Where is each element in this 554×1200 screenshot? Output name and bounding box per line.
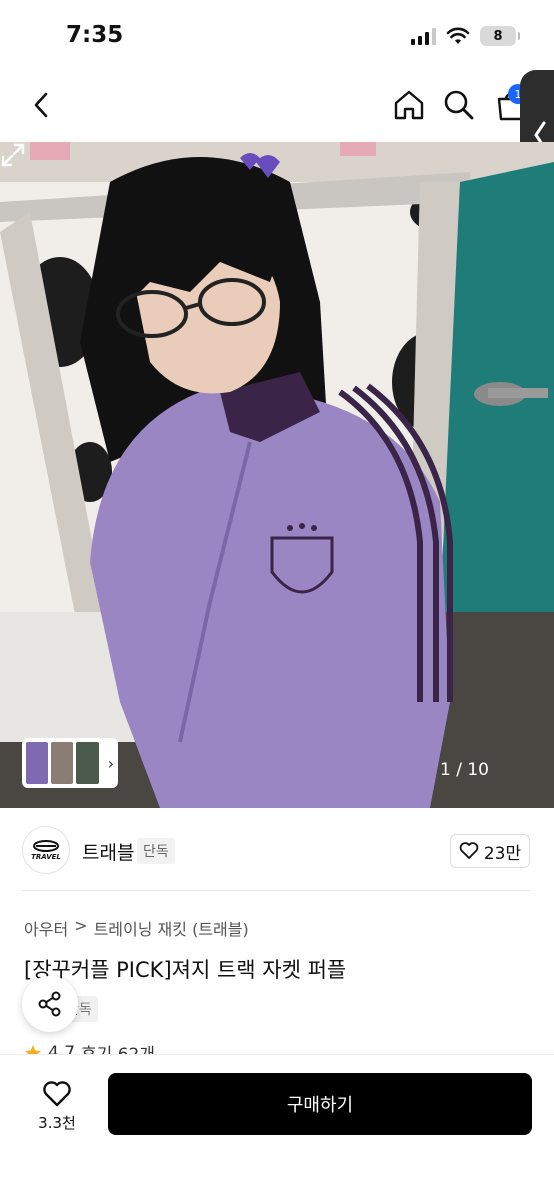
home-icon[interactable] <box>392 88 426 122</box>
breadcrumb-item[interactable]: 트레이닝 재킷 (트래블) <box>94 916 249 940</box>
seller-name[interactable]: 트래블 <box>82 838 134 865</box>
product-image-carousel[interactable]: › 1 / 10 <box>0 142 554 808</box>
wishlist-button[interactable]: 3.3천 <box>24 1073 90 1139</box>
divider <box>22 890 530 891</box>
status-icons: 8 <box>411 26 520 46</box>
signal-icon <box>411 27 436 45</box>
thumbnail-strip[interactable]: › <box>22 738 118 788</box>
heart-icon <box>459 842 479 859</box>
seller-row[interactable]: TRAVEL 트래블 단독 23만 <box>0 808 554 892</box>
search-icon[interactable] <box>442 88 476 122</box>
seller-logo[interactable]: TRAVEL <box>22 826 70 874</box>
status-bar: 7:35 8 <box>0 0 554 72</box>
bottom-action-bar: 3.3천 구매하기 <box>0 1054 554 1200</box>
brand-like-count: 23만 <box>483 843 522 864</box>
breadcrumb-item[interactable]: 아우터 <box>24 916 68 940</box>
breadcrumb-separator: > <box>74 916 88 935</box>
wishlist-count: 3.3천 <box>38 1113 76 1132</box>
seller-logo-text: TRAVEL <box>31 852 61 861</box>
wifi-icon <box>446 27 470 44</box>
chevron-right-icon[interactable]: › <box>108 754 114 773</box>
seller-exclusive-tag: 단독 <box>137 838 175 864</box>
top-nav: 1 <box>0 72 554 142</box>
back-icon[interactable] <box>26 88 60 122</box>
heart-icon <box>43 1080 71 1106</box>
image-counter: 1 / 10 <box>440 760 489 780</box>
breadcrumb: 아우터 > 트레이닝 재킷 (트래블) <box>24 916 249 940</box>
thumbnail-1[interactable] <box>26 742 49 784</box>
brand-like-button[interactable]: 23만 <box>450 834 530 868</box>
product-photo <box>0 142 554 808</box>
thumbnail-2[interactable] <box>51 742 74 784</box>
expand-icon[interactable] <box>0 142 26 168</box>
status-time: 7:35 <box>66 22 124 48</box>
share-icon <box>38 991 61 1017</box>
battery-indicator: 8 <box>480 26 520 46</box>
thumbnail-3[interactable] <box>76 742 99 784</box>
travel-logo-icon <box>33 839 59 852</box>
product-title: [장꾸커플 PICK]져지 트랙 자켓 퍼플 <box>24 958 347 982</box>
share-button[interactable] <box>22 976 78 1032</box>
buy-button[interactable]: 구매하기 <box>108 1073 532 1135</box>
